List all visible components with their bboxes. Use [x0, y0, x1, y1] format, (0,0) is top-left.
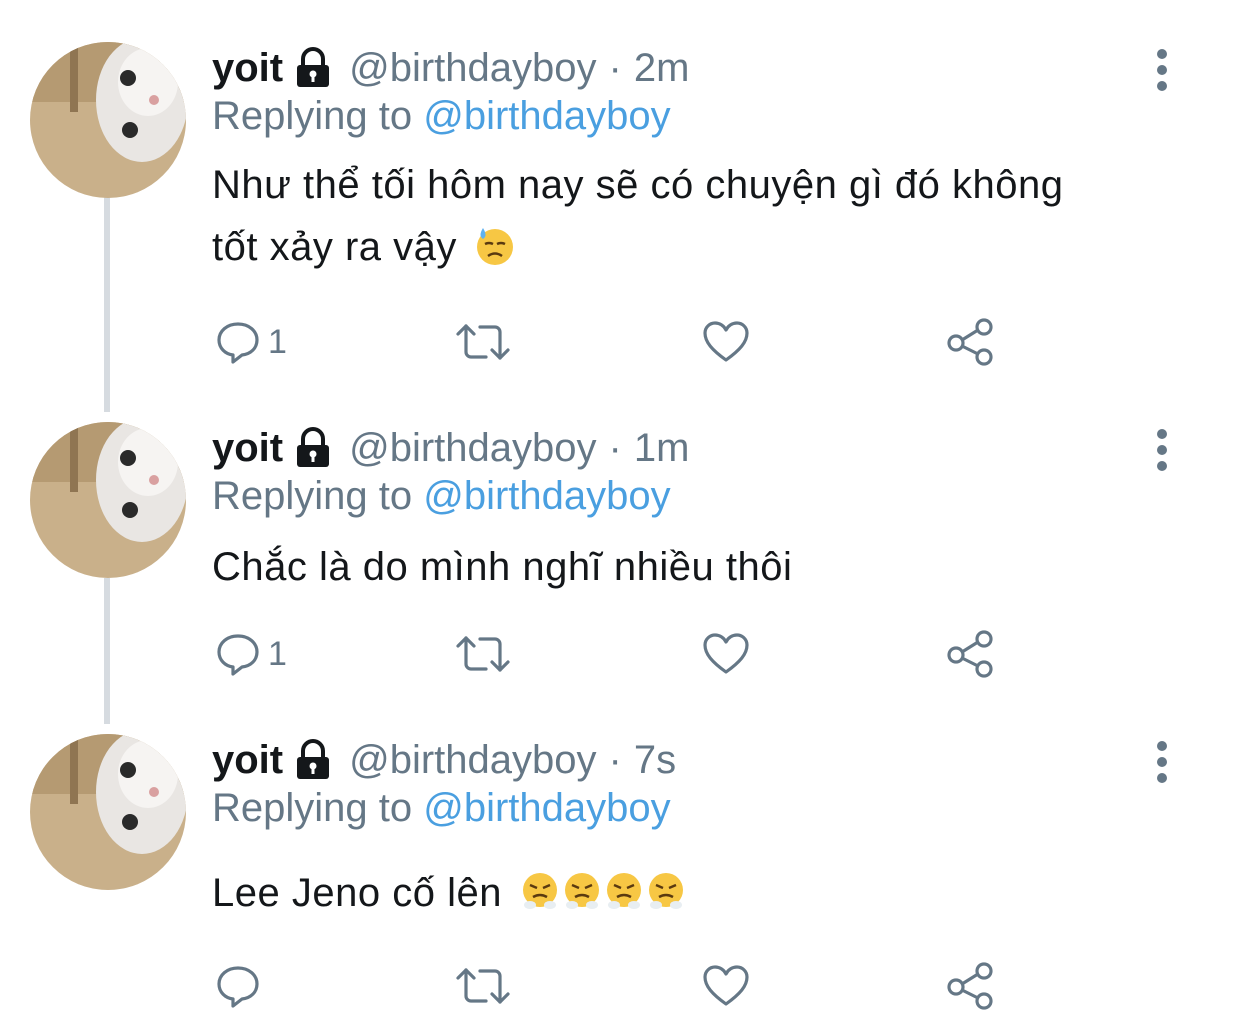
separator-dot: ·: [608, 425, 622, 470]
tweet-header: yoit @birthdayboy · 7s: [212, 734, 676, 786]
timestamp[interactable]: 7s: [634, 738, 676, 783]
display-name[interactable]: yoit: [212, 738, 283, 783]
lock-icon: [293, 739, 333, 781]
mention-link[interactable]: @birthdayboy: [423, 786, 670, 830]
heart-icon: [703, 633, 749, 674]
tweet-text: Như thể tối hôm nay sẽ có chuyện gì đó k…: [212, 154, 1172, 284]
tweet[interactable]: yoit @birthdayboy · 7s Replying to @birt…: [0, 734, 1242, 1024]
tweet-actions: 1: [212, 314, 1012, 370]
lock-icon: [293, 427, 333, 469]
tweet-text: Chắc là do mình nghĩ nhiều thôi: [212, 536, 1172, 598]
share-button[interactable]: [946, 958, 996, 1014]
display-name[interactable]: yoit: [212, 426, 283, 471]
retweet-icon: [456, 968, 510, 1004]
replying-label: Replying to: [212, 786, 413, 830]
reply-icon: [217, 966, 259, 1008]
face-with-steam-from-nose-emoji: [520, 868, 688, 930]
replying-to: Replying to @birthdayboy: [212, 94, 671, 139]
replying-label: Replying to: [212, 474, 413, 518]
reply-icon: [217, 322, 259, 364]
more-vertical-icon[interactable]: [1150, 48, 1174, 96]
tweet-text: Lee Jeno cố lên: [212, 862, 1172, 930]
replying-to: Replying to @birthdayboy: [212, 474, 671, 519]
tweet-text-line: Chắc là do mình nghĩ nhiều thôi: [212, 545, 793, 589]
like-button[interactable]: [702, 626, 750, 682]
share-button[interactable]: [946, 314, 996, 370]
more-vertical-icon[interactable]: [1150, 428, 1174, 476]
reply-button[interactable]: 1: [216, 626, 287, 682]
mention-link[interactable]: @birthdayboy: [423, 94, 670, 138]
user-handle[interactable]: @birthdayboy: [349, 426, 596, 471]
tweet-text-line: tốt xảy ra vậy: [212, 225, 457, 269]
avatar[interactable]: [30, 734, 186, 890]
more-vertical-icon[interactable]: [1150, 740, 1174, 788]
lock-icon: [293, 47, 333, 89]
avatar[interactable]: [30, 422, 186, 578]
reply-icon: [217, 634, 259, 676]
user-handle[interactable]: @birthdayboy: [349, 738, 596, 783]
timestamp[interactable]: 1m: [634, 426, 690, 471]
share-icon: [947, 318, 993, 366]
separator-dot: ·: [608, 737, 622, 782]
share-icon: [947, 630, 993, 678]
like-button[interactable]: [702, 314, 750, 370]
timestamp[interactable]: 2m: [634, 46, 690, 91]
reply-count: 1: [268, 322, 287, 361]
downcast-face-with-sweat-emoji: [475, 222, 515, 284]
separator-dot: ·: [608, 45, 622, 90]
retweet-button[interactable]: [454, 314, 512, 370]
tweet-actions: 1: [212, 626, 1012, 682]
tweet-text-line-2: tốt xảy ra vậy: [212, 216, 1172, 284]
tweet[interactable]: yoit @birthdayboy · 1m Replying to @birt…: [0, 422, 1242, 692]
like-button[interactable]: [702, 958, 750, 1014]
retweet-icon: [456, 324, 510, 360]
heart-icon: [703, 321, 749, 362]
retweet-button[interactable]: [454, 958, 512, 1014]
tweet-header: yoit @birthdayboy · 1m: [212, 422, 689, 474]
user-handle[interactable]: @birthdayboy: [349, 46, 596, 91]
replying-label: Replying to: [212, 94, 413, 138]
avatar[interactable]: [30, 42, 186, 198]
tweet-text-line: Lee Jeno cố lên: [212, 871, 502, 915]
reply-button[interactable]: 1: [216, 314, 287, 370]
reply-button[interactable]: [216, 958, 268, 1014]
mention-link[interactable]: @birthdayboy: [423, 474, 670, 518]
share-button[interactable]: [946, 626, 996, 682]
tweet[interactable]: yoit @birthdayboy · 2m Replying to @birt…: [0, 42, 1242, 372]
display-name[interactable]: yoit: [212, 46, 283, 91]
tweet-text-line: Như thể tối hôm nay sẽ có chuyện gì đó k…: [212, 163, 1064, 207]
retweet-icon: [456, 636, 510, 672]
tweet-header: yoit @birthdayboy · 2m: [212, 42, 689, 94]
tweet-actions: [212, 958, 1012, 1014]
retweet-button[interactable]: [454, 626, 512, 682]
replying-to: Replying to @birthdayboy: [212, 786, 671, 831]
reply-count: 1: [268, 634, 287, 673]
heart-icon: [703, 965, 749, 1006]
share-icon: [947, 962, 993, 1010]
